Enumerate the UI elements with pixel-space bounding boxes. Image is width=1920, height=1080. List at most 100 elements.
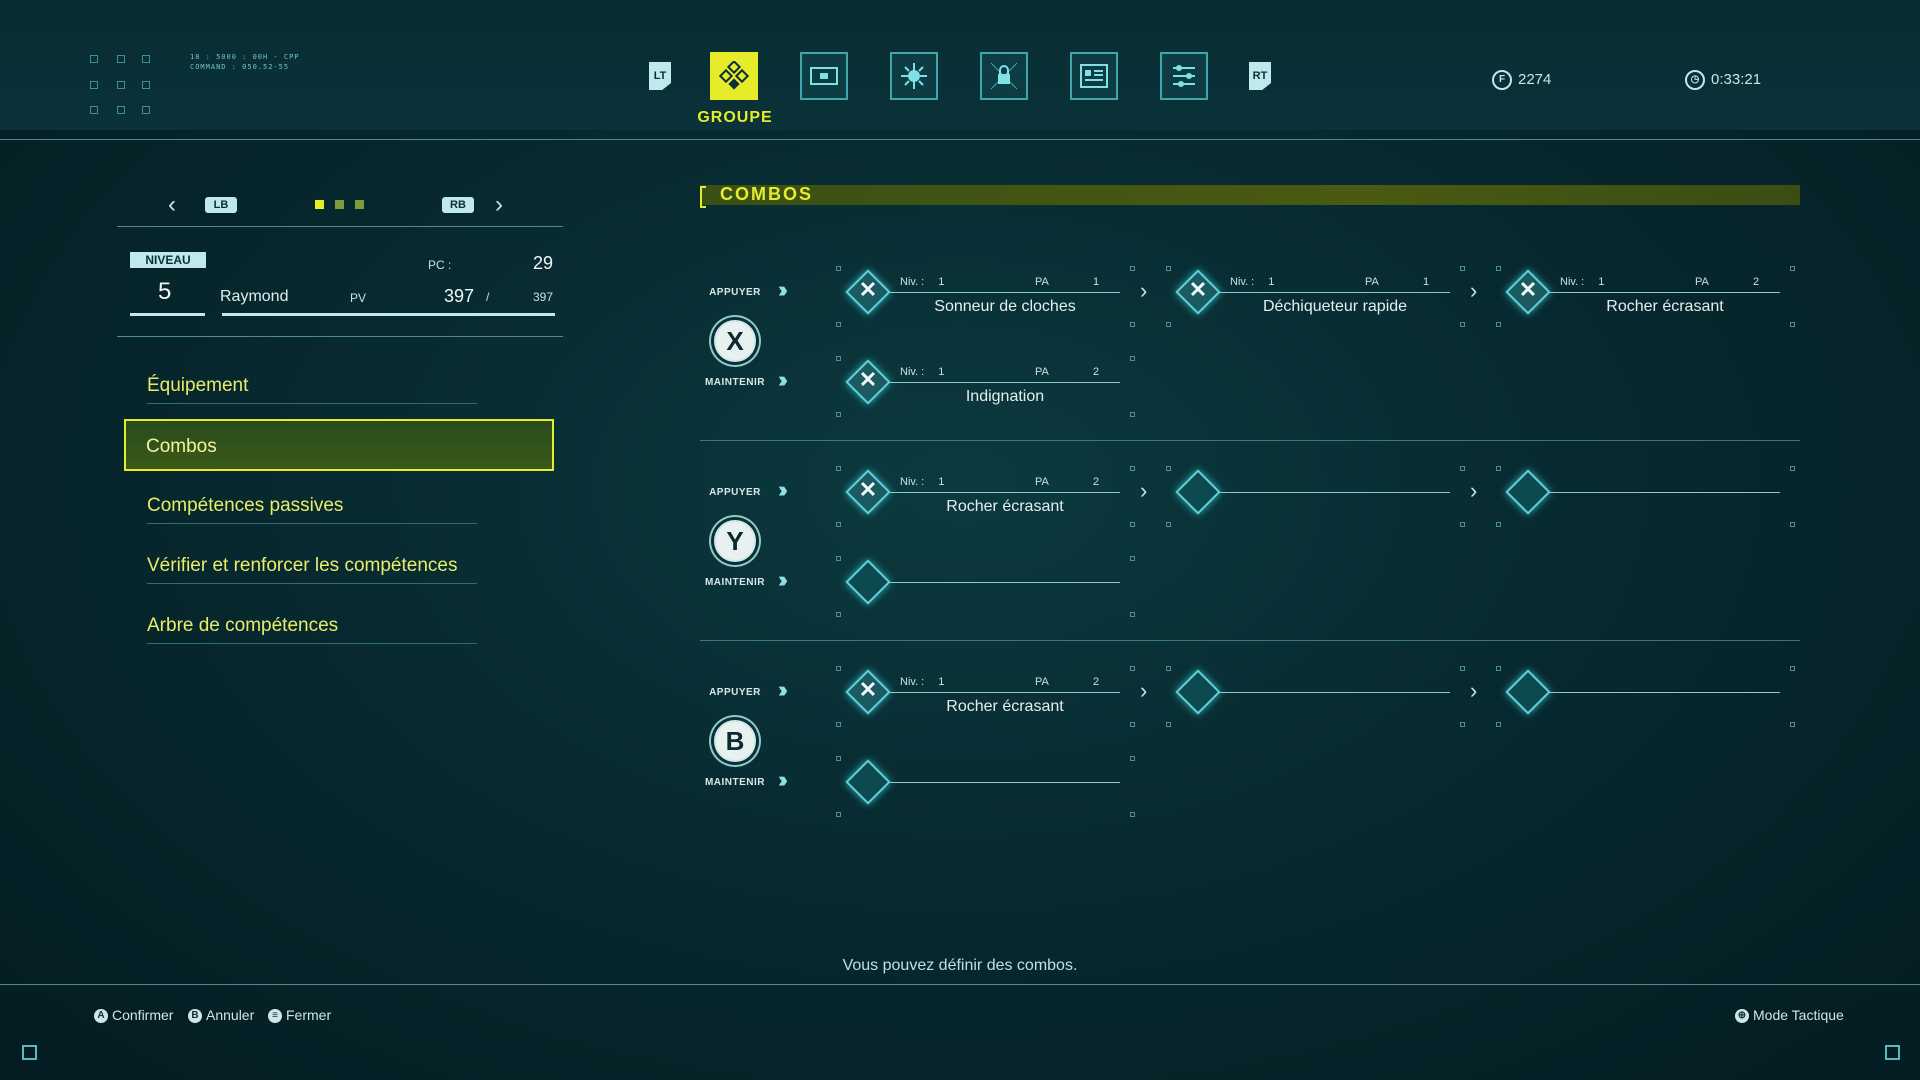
combo-slot[interactable] [1496,466,1800,527]
combo-slot[interactable] [836,756,1140,817]
controller-button-b-icon[interactable]: B [714,720,756,762]
skill-pa: PA 1 [1365,276,1445,288]
slot-line [1220,292,1450,293]
empty-slot-diamond-icon [1175,469,1221,515]
combos-title: COMBOS [720,184,813,204]
locked-icon [990,62,1018,90]
group-divider [700,640,1800,641]
currency-icon: F [1492,70,1512,90]
tab-party[interactable] [710,52,758,100]
combo-slot[interactable] [1166,666,1470,727]
niv-value: 1 [1268,276,1275,288]
combo-slot[interactable] [836,556,1140,617]
pa-label: PA [1035,676,1049,688]
tab-settings[interactable] [1160,52,1208,100]
pv-bar-track [222,313,555,316]
niveau-badge: NIVEAU [130,252,206,268]
niv-label: Niv. : [1560,276,1585,288]
pa-label: PA [1035,276,1049,288]
tab-notes[interactable] [1070,52,1118,100]
active-tab-label: GROUPE [697,109,773,126]
page-dot-active [315,200,324,209]
menu-item-skill-tree[interactable]: Arbre de compétences [147,615,477,644]
slot-corner-tick [836,322,841,327]
niv-value: 1 [938,476,945,488]
combo-slot[interactable]: ✕ Niv. : 1 PA 1 Sonneur de cloches [836,266,1140,327]
crossed-swords-icon: ✕ [858,367,878,392]
skill-name: Déchiqueteur rapide [1262,298,1408,315]
chevrons-icon: ››› [778,767,788,792]
slot-corner-tick [1790,266,1795,271]
pa-value: 1 [1423,276,1430,288]
niv-label: Niv. : [1230,276,1255,288]
next-step-chevron-icon: › [1470,278,1478,303]
tab-locked[interactable] [980,52,1028,100]
slot-corner-tick [1790,322,1795,327]
slot-corner-tick [836,412,841,417]
skill-name: Sonneur de cloches [934,298,1076,315]
top-divider [0,139,1920,140]
next-step-chevron-icon: › [1470,478,1478,503]
skill-level: Niv. : 1 [1230,276,1274,288]
slot-corner-tick [1460,466,1465,471]
slot-corner-tick [1496,266,1501,271]
group-divider [700,440,1800,441]
controller-button-y-icon[interactable]: Y [714,520,756,562]
combo-slot[interactable]: ✕ Niv. : 1 PA 1 Déchiqueteur rapide [1166,266,1470,327]
combo-slot[interactable]: ✕ Niv. : 1 PA 2 Rocher écrasant [1496,266,1800,327]
combo-slot[interactable]: ✕ Niv. : 1 PA 2 Rocher écrasant [836,466,1140,527]
slot-corner-tick [836,522,841,527]
slot-line [890,492,1120,493]
prev-character-chevron-icon[interactable]: ‹ [168,193,176,217]
close-action[interactable]: ≡ Fermer [268,1007,331,1024]
next-step-chevron-icon: › [1140,678,1148,703]
tactical-mode-action[interactable]: ⊕ Mode Tactique [1735,1007,1844,1024]
combos-header-bar [700,185,1800,205]
menu-item-passive-skills[interactable]: Compétences passives [147,495,477,524]
next-character-chevron-icon[interactable]: › [495,193,503,217]
tab-skills[interactable] [890,52,938,100]
controller-button-x-icon[interactable]: X [714,320,756,362]
pv-current: 397 [444,286,475,306]
pc-label: PC : [428,258,452,272]
crossed-swords-icon: ✕ [1188,277,1208,302]
menu-item-equipment[interactable]: Équipement [147,375,477,404]
chevrons-icon: ››› [778,277,788,302]
lb-button[interactable]: LB [205,197,237,213]
slot-line [1220,692,1450,693]
menu-item-verify-skills[interactable]: Vérifier et renforcer les compétences [147,555,477,584]
slot-corner-tick [1460,322,1465,327]
rb-button[interactable]: RB [442,197,474,213]
slot-corner-tick [1460,522,1465,527]
skill-level: Niv. : 1 [1560,276,1604,288]
niv-value: 1 [938,676,945,688]
tab-map[interactable] [800,52,848,100]
pa-value: 2 [1753,276,1760,288]
combo-slot[interactable] [1166,466,1470,527]
corner-marker [22,1045,37,1060]
slot-corner-tick [1496,522,1501,527]
slot-line [890,382,1120,383]
crossed-swords-icon: ✕ [858,677,878,702]
slot-corner-tick [1166,666,1171,671]
pa-value: 2 [1093,366,1100,378]
slot-corner-tick [1790,722,1795,727]
menu-item-combos[interactable]: Combos [124,419,554,471]
corner-marker [1885,1045,1900,1060]
confirm-action[interactable]: A Confirmer [94,1007,173,1024]
slot-line [890,582,1120,583]
combo-slot[interactable]: ✕ Niv. : 1 PA 2 Indignation [836,356,1140,417]
map-icon [810,67,838,85]
pa-value: 2 [1093,676,1100,688]
hold-label: MAINTENIR [704,377,766,388]
combo-slot[interactable] [1496,666,1800,727]
slot-line [1550,692,1780,693]
slot-line [890,292,1120,293]
combo-slot[interactable]: ✕ Niv. : 1 PA 2 Rocher écrasant [836,666,1140,727]
niv-value: 1 [938,366,945,378]
next-step-chevron-icon: › [1140,478,1148,503]
slot-corner-tick [1130,612,1135,617]
cancel-action[interactable]: B Annuler [188,1007,254,1024]
slot-corner-tick [1130,722,1135,727]
slot-corner-tick [1130,556,1135,561]
